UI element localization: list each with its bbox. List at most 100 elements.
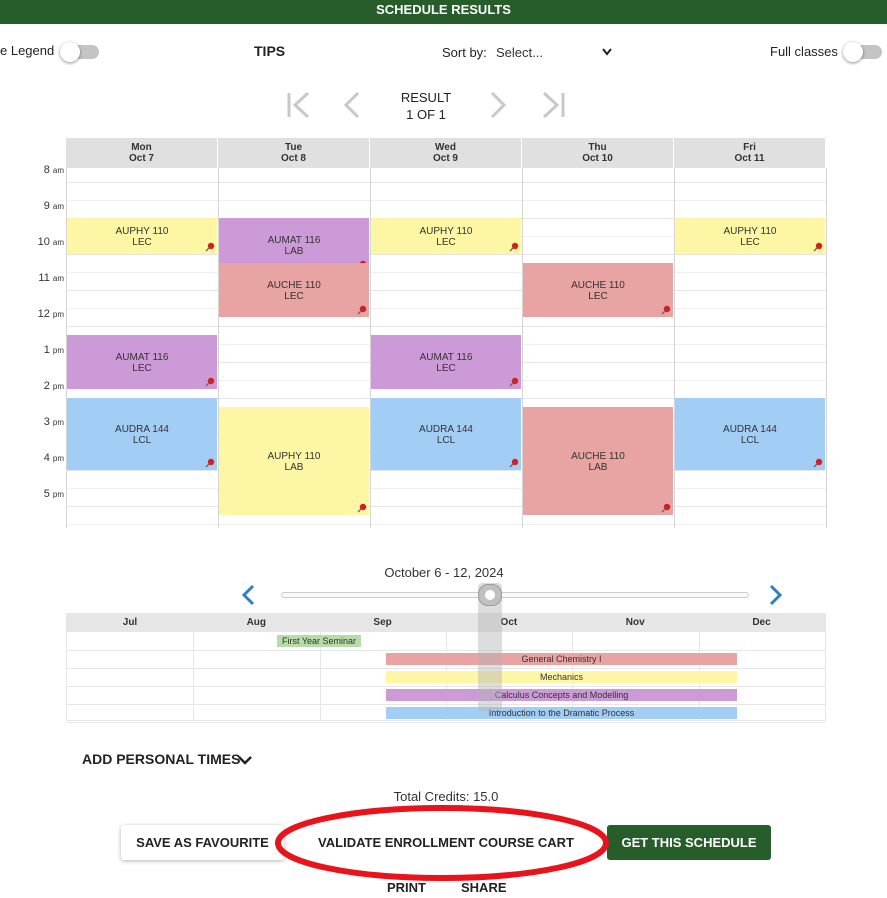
course-event-text: AUPHY 110 LAB — [219, 451, 369, 473]
course-code: AUDRA 144 — [419, 424, 473, 435]
course-event-text: AUDRA 144 LCL — [371, 424, 521, 446]
print-link[interactable]: PRINT — [387, 880, 426, 895]
next-page-icon[interactable] — [488, 91, 508, 119]
red-annotation-ellipse — [275, 805, 609, 881]
pin-icon[interactable] — [661, 503, 671, 513]
time-label: 2 pm — [43, 380, 64, 392]
previous-week-icon[interactable] — [240, 584, 256, 606]
tips-link[interactable]: TIPS — [254, 43, 285, 59]
course-code: AUMAT 116 — [419, 352, 473, 363]
day-name: Fri — [743, 142, 756, 153]
course-event-text: AUCHE 110 LEC — [219, 280, 369, 302]
last-page-icon[interactable] — [540, 91, 566, 119]
save-as-favourite-button[interactable]: SAVE AS FAVOURITE — [121, 825, 284, 860]
timeline-row-line — [67, 668, 825, 669]
course-event-block[interactable]: AUPHY 110 LEC — [371, 218, 521, 254]
time-label: 4 pm — [43, 452, 64, 464]
course-code: AUPHY 110 — [267, 451, 321, 462]
timeline-course-bar: Introduction to the Dramatic Process — [386, 707, 737, 719]
pin-icon[interactable] — [357, 305, 367, 315]
pin-icon[interactable] — [205, 458, 215, 468]
share-link[interactable]: SHARE — [461, 880, 507, 895]
pin-icon[interactable] — [205, 242, 215, 252]
day-name: Mon — [131, 142, 152, 153]
result-indicator: RESULT 1 OF 1 — [376, 89, 476, 123]
course-event-block[interactable]: AUPHY 110 LAB — [219, 407, 369, 515]
course-event-block[interactable]: AUMAT 116 LEC — [67, 335, 217, 389]
pin-icon[interactable] — [661, 305, 671, 315]
week-slider-track[interactable] — [281, 592, 749, 598]
course-event-block[interactable]: AUDRA 144 LCL — [675, 398, 825, 470]
course-event-block[interactable]: AUCHE 110 LEC — [219, 263, 369, 317]
day-name: Tue — [284, 142, 303, 153]
first-page-icon[interactable] — [286, 91, 312, 119]
add-personal-times-toggle[interactable]: ADD PERSONAL TIMES — [82, 751, 240, 767]
full-classes-toggle[interactable] — [843, 42, 882, 62]
pin-icon[interactable] — [205, 377, 215, 387]
time-label: 8 am — [43, 164, 64, 176]
course-event-text: AUCHE 110 LEC — [523, 280, 673, 302]
sort-select[interactable]: Select... — [496, 44, 614, 62]
timeline-month-dec: Dec — [752, 617, 771, 628]
course-code: AUMAT 116 — [115, 352, 169, 363]
pin-icon[interactable] — [509, 242, 519, 252]
pin-icon[interactable] — [509, 377, 519, 387]
chevron-down-icon — [602, 48, 612, 56]
course-event-text: AUDRA 144 LCL — [67, 424, 217, 446]
sort-label: Sort by: — [442, 45, 487, 60]
chevron-down-icon[interactable] — [237, 755, 253, 766]
pin-icon[interactable] — [509, 458, 519, 468]
day-date: Oct 11 — [734, 153, 765, 164]
course-event-block[interactable]: AUCHE 110 LAB — [523, 407, 673, 515]
grid-line — [66, 326, 826, 327]
course-event-text: AUDRA 144 LCL — [675, 424, 825, 446]
course-section-type: LEC — [436, 237, 456, 248]
day-name: Thu — [588, 142, 607, 153]
timeline-row-line — [67, 722, 825, 723]
time-label: 1 pm — [43, 344, 64, 356]
course-code: AUPHY 110 — [115, 226, 169, 237]
course-event-text: AUMAT 116 LEC — [371, 352, 521, 374]
course-code: AUDRA 144 — [115, 424, 169, 435]
course-event-block[interactable]: AUDRA 144 LCL — [371, 398, 521, 470]
legend-toggle[interactable] — [60, 42, 99, 62]
day-date: Oct 10 — [582, 153, 613, 164]
full-classes-label: Full classes — [770, 44, 838, 59]
course-section-type: LCL — [436, 435, 456, 446]
day-name: Wed — [435, 142, 456, 153]
course-event-text: AUMAT 116 LAB — [219, 235, 369, 257]
pin-icon[interactable] — [813, 242, 823, 252]
day-header-fri: Fri Oct 11 — [674, 138, 825, 168]
grid-line — [66, 272, 826, 273]
grid-line — [66, 308, 826, 309]
pin-icon[interactable] — [813, 458, 823, 468]
course-section-type: LAB — [588, 462, 608, 473]
course-event-text: AUCHE 110 LAB — [523, 451, 673, 473]
course-code: AUCHE 110 — [571, 280, 625, 291]
course-event-block[interactable]: AUPHY 110 LEC — [67, 218, 217, 254]
previous-page-icon[interactable] — [342, 91, 362, 119]
get-this-schedule-button[interactable]: GET THIS SCHEDULE — [607, 825, 771, 860]
course-event-block[interactable]: AUCHE 110 LEC — [523, 263, 673, 317]
time-label: 10 am — [37, 236, 64, 248]
timeline-row-line — [67, 704, 825, 705]
timeline-month-aug: Aug — [246, 617, 267, 628]
page-title: SCHEDULE RESULTS — [0, 0, 887, 24]
next-week-icon[interactable] — [768, 584, 784, 606]
course-event-block[interactable]: AUPHY 110 LEC — [675, 218, 825, 254]
course-event-block[interactable]: AUMAT 116 LEC — [371, 335, 521, 389]
result-count: 1 OF 1 — [406, 107, 446, 122]
course-event-text: AUPHY 110 LEC — [371, 226, 521, 248]
timeline-course-bar: General Chemistry I — [386, 653, 737, 665]
course-section-type: LCL — [132, 435, 152, 446]
time-label: 9 am — [43, 200, 64, 212]
timeline-month-nov: Nov — [625, 617, 645, 628]
toggle-knob — [843, 42, 863, 62]
course-code: AUMAT 116 — [267, 235, 321, 246]
course-event-block[interactable]: AUDRA 144 LCL — [67, 398, 217, 470]
week-slider-handle[interactable] — [478, 584, 502, 606]
pin-icon[interactable] — [357, 503, 367, 513]
day-header-mon: Mon Oct 7 — [66, 138, 217, 168]
course-section-type: LEC — [588, 291, 608, 302]
timeline-month-oct: Oct — [500, 617, 518, 628]
